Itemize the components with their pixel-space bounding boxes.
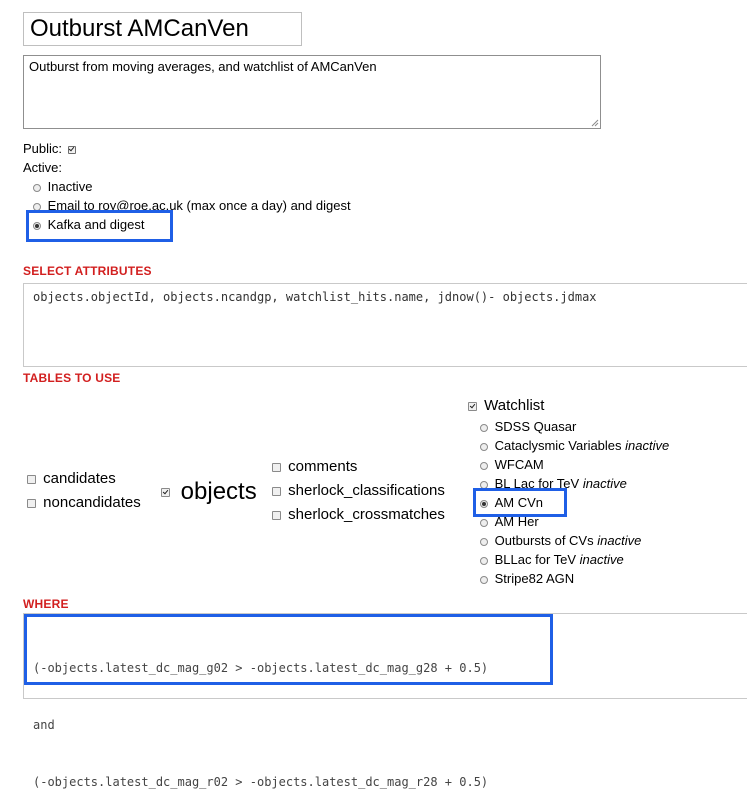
watchlist-item-note: inactive [579, 552, 624, 567]
sherlock-classifications-label: sherlock_classifications [288, 482, 445, 499]
sherlock-crossmatches-label: sherlock_crossmatches [288, 506, 445, 523]
watchlist-radio[interactable] [480, 556, 488, 565]
watchlist-item-note: inactive [625, 438, 670, 453]
table-option-objects[interactable]: objects [161, 478, 257, 506]
description-textarea[interactable]: Outburst from moving averages, and watch… [23, 55, 601, 129]
comments-label: comments [288, 458, 358, 475]
where-line: (-objects.latest_dc_mag_r02 > -objects.l… [33, 775, 489, 789]
watchlist-item-label: SDSS Quasar [494, 419, 577, 434]
comments-checkbox[interactable] [272, 462, 281, 472]
noncandidates-checkbox[interactable] [27, 498, 36, 508]
highlight-box-kafka [26, 210, 173, 242]
highlight-box-amcvn [473, 488, 567, 517]
highlight-box-where [24, 614, 553, 685]
public-checkbox[interactable] [67, 145, 76, 154]
radio-inactive[interactable] [33, 183, 41, 192]
watchlist-item[interactable]: BLLac for TeV inactive [480, 552, 624, 568]
table-option-watchlist[interactable]: Watchlist [468, 397, 544, 415]
watchlist-item[interactable]: Stripe82 AGN [480, 571, 574, 587]
watchlist-item[interactable]: SDSS Quasar [480, 419, 576, 435]
select-attributes-heading: SELECT ATTRIBUTES [23, 264, 152, 278]
active-label: Active: [23, 160, 63, 175]
watchlist-item-label: Cataclysmic Variables [494, 438, 622, 453]
where-heading: WHERE [23, 597, 69, 611]
watchlist-radio[interactable] [480, 537, 488, 546]
public-label: Public: [23, 141, 63, 156]
watchlist-item-note: inactive [597, 533, 642, 548]
public-row: Public: [23, 141, 76, 157]
active-option-inactive[interactable]: Inactive [33, 179, 92, 195]
watchlist-checkbox[interactable] [468, 401, 477, 411]
watchlist-item-label: Outbursts of CVs [494, 533, 594, 548]
filter-name-input[interactable] [23, 12, 302, 46]
objects-label: objects [180, 478, 257, 505]
watchlist-label: Watchlist [484, 397, 545, 414]
watchlist-item-label: Stripe82 AGN [494, 571, 575, 586]
active-option-label: Inactive [47, 179, 93, 194]
sherlock-crossmatches-checkbox[interactable] [272, 510, 281, 520]
watchlist-item[interactable]: Cataclysmic Variables inactive [480, 438, 669, 454]
resize-grip-icon[interactable] [591, 119, 599, 127]
objects-checkbox[interactable] [161, 488, 170, 498]
select-attributes-value: objects.objectId, objects.ncandgp, watch… [33, 290, 597, 304]
description-wrapper: Outburst from moving averages, and watch… [23, 55, 601, 129]
table-option-comments[interactable]: comments [272, 458, 357, 476]
watchlist-radio[interactable] [480, 461, 488, 470]
watchlist-item[interactable]: WFCAM [480, 457, 544, 473]
table-option-candidates[interactable]: candidates [27, 470, 116, 488]
watchlist-item[interactable]: Outbursts of CVs inactive [480, 533, 641, 549]
watchlist-radio[interactable] [480, 423, 488, 432]
tables-heading: TABLES TO USE [23, 371, 121, 385]
watchlist-item-note: inactive [582, 476, 627, 491]
candidates-checkbox[interactable] [27, 474, 36, 484]
where-line: and [33, 718, 55, 732]
watchlist-radio[interactable] [480, 518, 488, 527]
table-option-sherlock-crossmatches[interactable]: sherlock_crossmatches [272, 506, 445, 524]
watchlist-item-label: WFCAM [494, 457, 544, 472]
noncandidates-label: noncandidates [43, 494, 141, 511]
table-option-sherlock-classifications[interactable]: sherlock_classifications [272, 482, 445, 500]
table-option-noncandidates[interactable]: noncandidates [27, 494, 141, 512]
watchlist-radio[interactable] [480, 442, 488, 451]
watchlist-radio[interactable] [480, 575, 488, 584]
candidates-label: candidates [43, 470, 116, 487]
select-attributes-textarea[interactable]: objects.objectId, objects.ncandgp, watch… [23, 283, 747, 367]
watchlist-item-label: BLLac for TeV [494, 552, 577, 567]
sherlock-classifications-checkbox[interactable] [272, 486, 281, 496]
